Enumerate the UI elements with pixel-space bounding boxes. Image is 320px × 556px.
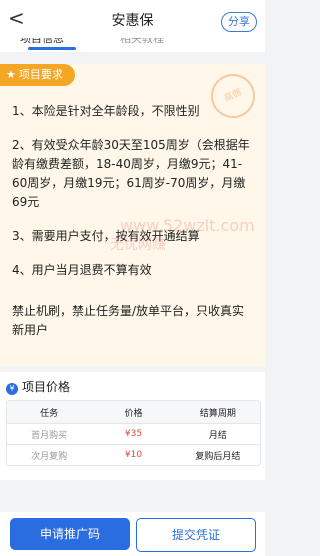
cycle-cell: 月结 (208, 430, 227, 441)
price-cell: ¥35 (124, 429, 143, 439)
pricing-card: ¥ 项目价格 任务 价格 结算周期 首月购买 ¥35 月结 次月复购 ¥10 复购… (0, 372, 265, 480)
share-button[interactable]: 分享 (221, 12, 257, 32)
pricing-title: ¥ 项目价格 (6, 378, 70, 395)
watermark-text: 无忧网赚 (110, 237, 166, 253)
apply-promo-code-button[interactable]: 申请推广码 (10, 518, 130, 550)
bottom-action-bar: 申请推广码 提交凭证 (0, 512, 265, 556)
requirements-badge-label: 项目要求 (18, 68, 63, 81)
requirement-item: 4、用户当月退费不算有效 (12, 263, 152, 277)
requirement-item: 禁止机刷，禁止任务量/放单平台，只收真实新用户 (12, 304, 245, 337)
cycle-cell: 复购后月结 (195, 451, 241, 462)
star-icon: ★ (6, 68, 16, 81)
pricing-title-label: 项目价格 (22, 380, 71, 394)
watermark-url: www.52wzlt.com (120, 216, 255, 235)
tab-bar: 项目信息 相关教程 (0, 38, 265, 52)
table-header-row: 任务 价格 结算周期 (7, 401, 260, 423)
table-header: 任务 (40, 408, 59, 419)
price-cell: ¥10 (124, 450, 143, 460)
table-row: 次月复购 ¥10 复购后月结 (7, 444, 260, 465)
active-tab-underline (28, 47, 76, 50)
requirements-badge: ★ 项目要求 (0, 64, 75, 86)
top-bar: < 安惠保 分享 (0, 0, 265, 38)
requirement-item: 1、本险是针对全年龄段，不限性别 (12, 104, 200, 118)
task-cell: 次月复购 (31, 451, 68, 462)
submit-proof-button[interactable]: 提交凭证 (136, 518, 256, 552)
tab-tutorials[interactable]: 相关教程 (120, 38, 164, 46)
pricing-table: 任务 价格 结算周期 首月购买 ¥35 月结 次月复购 ¥10 复购后月结 (6, 400, 261, 466)
tab-project-info[interactable]: 项目信息 (20, 38, 64, 46)
requirement-item: 2、有效受众年龄30天至105周岁（会根据年龄有缴费差额，18-40周岁，月缴9… (12, 138, 250, 209)
table-row: 首月购买 ¥35 月结 (7, 423, 260, 444)
requirements-card: ★ 项目要求 高佣 1、本险是针对全年龄段，不限性别 2、有效受众年龄30天至10… (0, 64, 265, 366)
table-header: 结算周期 (199, 408, 236, 419)
yen-icon: ¥ (6, 383, 18, 395)
table-header: 价格 (124, 408, 143, 419)
task-cell: 首月购买 (31, 430, 68, 441)
